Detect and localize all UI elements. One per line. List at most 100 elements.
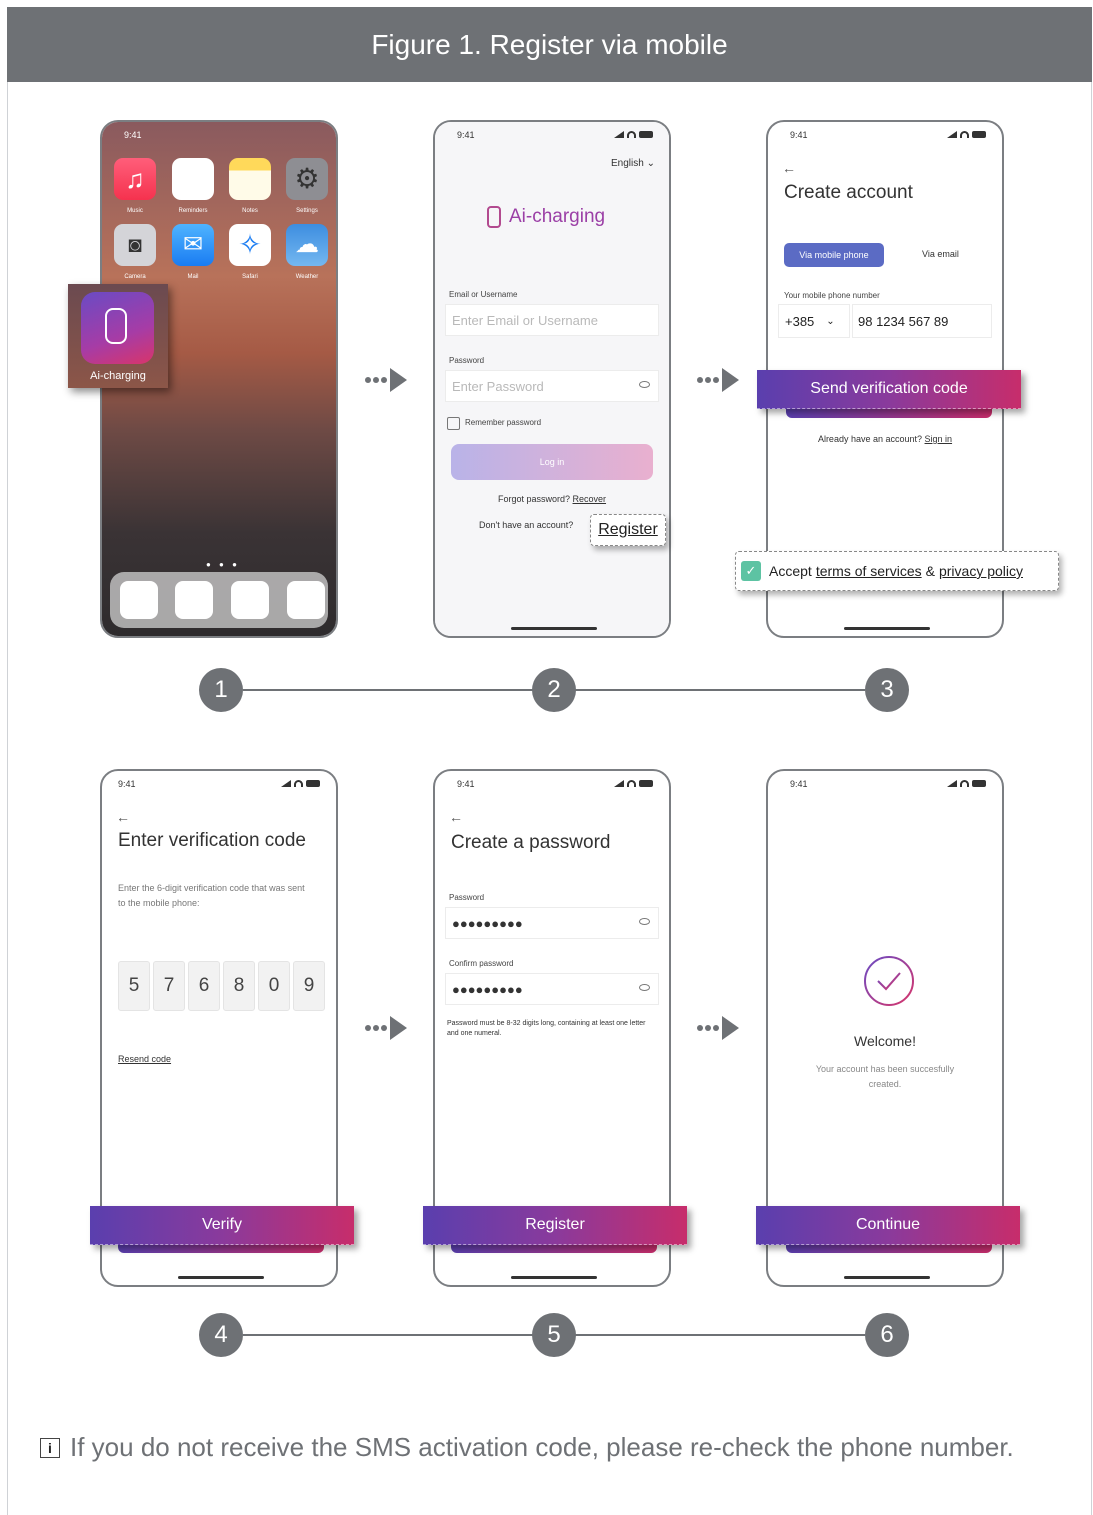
dock (110, 572, 328, 628)
eye-icon[interactable] (639, 984, 650, 991)
continue-button[interactable]: Continue (756, 1206, 1020, 1245)
phone-label: Your mobile phone number (784, 291, 880, 300)
status-bar: 9:41 (768, 130, 1002, 144)
privacy-link[interactable]: privacy policy (939, 563, 1023, 579)
weather-app-icon[interactable]: ☁ (286, 224, 328, 266)
email-label: Email or Username (449, 290, 518, 299)
recover-link[interactable]: Recover (573, 494, 607, 504)
chevron-down-icon: ⌄ (646, 158, 655, 169)
code-digit[interactable]: 6 (188, 961, 220, 1011)
page-title: Create account (784, 182, 913, 203)
dock-app[interactable] (287, 581, 325, 619)
step-number: 3 (865, 668, 909, 712)
home-indicator (511, 627, 597, 630)
status-bar: 9:41 (435, 130, 669, 144)
code-digit[interactable]: 0 (258, 961, 290, 1011)
tab-mobile[interactable]: Via mobile phone (784, 243, 884, 267)
confirm-password-label: Confirm password (449, 959, 514, 968)
code-digit[interactable]: 9 (293, 961, 325, 1011)
no-account-text: Don't have an account? (479, 520, 574, 530)
app-label-mail: Mail (187, 274, 199, 280)
welcome-description: Your account has been succesfully create… (815, 1064, 955, 1089)
app-label-camera: Camera (124, 274, 146, 280)
charger-icon (105, 308, 127, 344)
sign-in-row: Already have an account? Sign in (817, 434, 953, 444)
app-label-notes: Notes (242, 208, 258, 214)
eye-icon[interactable] (639, 381, 650, 388)
app-label-safari: Safari (242, 274, 258, 280)
remember-checkbox[interactable] (447, 417, 460, 430)
forgot-row: Forgot password? Recover (497, 494, 607, 504)
page-title: Create a password (451, 832, 611, 853)
notes-app-icon[interactable] (229, 158, 271, 200)
dock-app[interactable] (175, 581, 213, 619)
send-verification-code-button[interactable]: Send verification code (757, 370, 1021, 409)
code-digit[interactable]: 7 (153, 961, 185, 1011)
dock-app[interactable] (120, 581, 158, 619)
remember-label: Remember password (465, 418, 542, 427)
app-label-music: Music (127, 208, 143, 214)
safari-app-icon[interactable]: ✧ (229, 224, 271, 266)
login-button[interactable]: Log in (451, 444, 653, 480)
settings-app-icon[interactable]: ⚙ (286, 158, 328, 200)
password-field[interactable]: Enter Password (445, 370, 659, 402)
register-link[interactable]: Register (590, 514, 666, 546)
app-label-reminders: Reminders (178, 208, 208, 214)
page-dots: ● ● ● (206, 560, 240, 569)
app-label-weather: Weather (295, 274, 319, 280)
status-bar: 9:41 (102, 779, 336, 793)
status-bar: 9:41 (124, 130, 142, 140)
welcome-heading: Welcome! (854, 1033, 916, 1049)
dock-app[interactable] (231, 581, 269, 619)
success-check-icon (864, 956, 914, 1006)
reminders-app-icon[interactable] (172, 158, 214, 200)
camera-app-icon[interactable]: ◙ (114, 224, 156, 266)
send-code-button-shadow (786, 408, 992, 418)
info-icon: i (40, 1437, 60, 1458)
app-label-settings: Settings (296, 208, 318, 214)
next-arrow-icon (365, 1016, 407, 1040)
language-select[interactable]: English ⌄ (611, 158, 655, 169)
code-digit[interactable]: 5 (118, 961, 150, 1011)
password-field[interactable]: ●●●●●●●●● (445, 907, 659, 939)
accept-terms-callout: ✓ Accept terms of services & privacy pol… (735, 551, 1059, 591)
country-code-select[interactable]: +385 ⌄ (778, 304, 850, 338)
ai-charging-app-icon (81, 292, 154, 364)
step-number: 1 (199, 668, 243, 712)
password-label: Password (449, 356, 485, 365)
home-indicator (844, 1276, 930, 1279)
next-arrow-icon (697, 368, 739, 392)
music-app-icon[interactable]: ♫ (114, 158, 156, 200)
verification-description: Enter the 6-digit verification code that… (118, 883, 305, 908)
next-arrow-icon (365, 368, 407, 392)
brand-logo: Ai-charging (487, 206, 605, 228)
confirm-password-field[interactable]: ●●●●●●●●● (445, 973, 659, 1005)
code-digit[interactable]: 8 (223, 961, 255, 1011)
sign-in-link[interactable]: Sign in (925, 434, 953, 444)
ai-charging-app-label: Ai-charging (90, 370, 146, 382)
charger-icon (487, 206, 501, 228)
figure-title: Figure 1. Register via mobile (7, 7, 1092, 82)
next-arrow-icon (697, 1016, 739, 1040)
step-number: 6 (865, 1313, 909, 1357)
back-arrow-icon[interactable]: ← (782, 160, 796, 176)
verify-button[interactable]: Verify (90, 1206, 354, 1245)
ai-charging-app-highlight[interactable]: Ai-charging (68, 284, 168, 388)
eye-icon[interactable] (639, 918, 650, 925)
mail-app-icon[interactable]: ✉ (172, 224, 214, 266)
chevron-down-icon: ⌄ (826, 315, 835, 327)
accept-checkbox[interactable]: ✓ (741, 561, 761, 581)
resend-code-link[interactable]: Resend code (118, 1054, 171, 1064)
home-indicator (511, 1276, 597, 1279)
password-label: Password (449, 893, 485, 902)
back-arrow-icon[interactable]: ← (116, 809, 130, 825)
terms-link[interactable]: terms of services (816, 563, 922, 579)
password-hint: Password must be 8-32 digits long, conta… (447, 1020, 646, 1037)
info-note: i If you do not receive the SMS activati… (40, 1432, 1014, 1463)
info-note-text: If you do not receive the SMS activation… (70, 1432, 1014, 1462)
register-button[interactable]: Register (423, 1206, 687, 1245)
email-field[interactable]: Enter Email or Username (445, 304, 659, 336)
back-arrow-icon[interactable]: ← (449, 809, 463, 825)
phone-number-field[interactable]: 98 1234 567 89 (852, 304, 992, 338)
tab-email[interactable]: Via email (922, 249, 959, 259)
